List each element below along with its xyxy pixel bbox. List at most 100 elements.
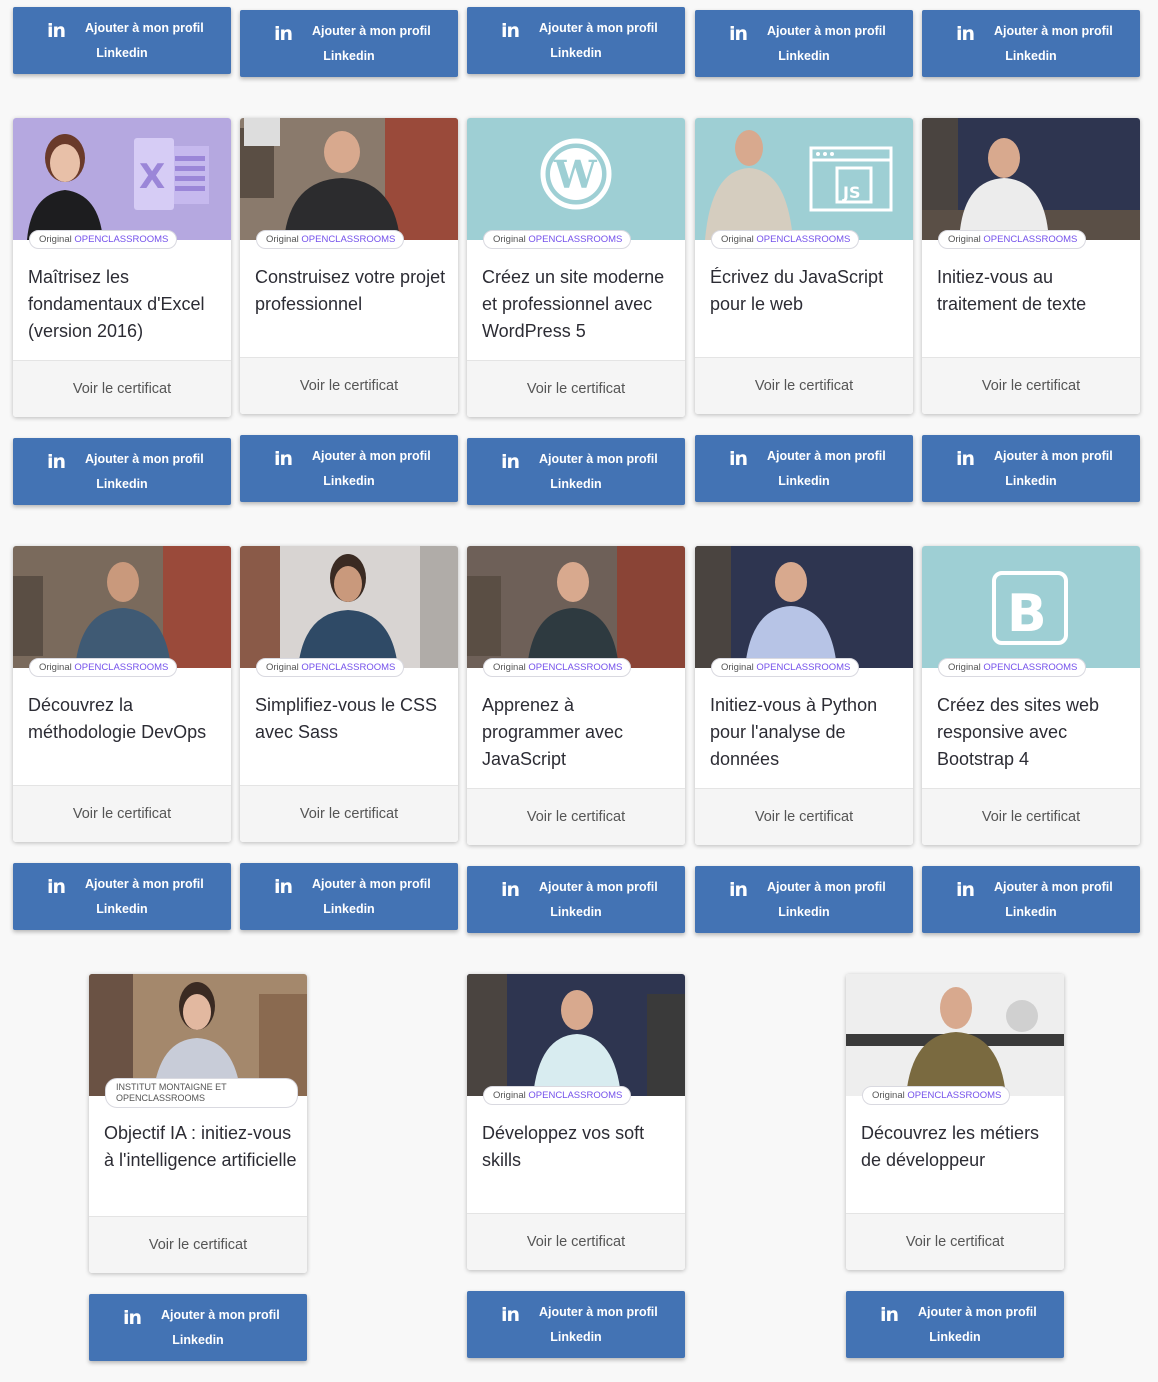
course-card: Original OPENCLASSROOMS Initiez-vous au … [922,118,1140,414]
course-title: Initiez-vous au traitement de texte [937,267,1087,314]
course-thumbnail [467,546,685,668]
linkedin-add-button[interactable]: in Ajouter à mon profil Linkedin [695,10,913,77]
course-card: Original OPENCLASSROOMS Découvrez la mét… [13,546,231,842]
view-certificate-button[interactable]: Voir le certificat [89,1216,307,1273]
view-certificate-button[interactable]: Voir le certificat [13,785,231,842]
course-title: Simplifiez-vous le CSS avec Sass [255,695,438,742]
course-title: Créez des sites web responsive avec Boot… [937,695,1100,769]
linkedin-add-button[interactable]: in Ajouter à mon profil Linkedin [467,866,685,933]
course-title: Découvrez la méthodologie DevOps [28,695,207,742]
linkedin-add-button[interactable]: in Ajouter à mon profil Linkedin [467,7,685,74]
linkedin-add-button[interactable]: in Ajouter à mon profil Linkedin [240,10,458,77]
origin-badge: Original OPENCLASSROOMS [483,230,632,249]
linkedin-icon: in [501,20,520,42]
linkedin-add-button[interactable]: in Ajouter à mon profil Linkedin [13,7,231,74]
course-card: Original OPENCLASSROOMS Initiez-vous à P… [695,546,913,845]
linkedin-add-button[interactable]: in Ajouter à mon profil Linkedin [846,1291,1064,1358]
course-card: B Original OPENCLASSROOMS Créez des site… [922,546,1140,845]
course-thumbnail: B [922,546,1140,668]
linkedin-icon: in [729,448,748,470]
course-title: Créez un site moderne et professionnel a… [482,267,665,341]
origin-badge: Original OPENCLASSROOMS [938,658,1087,677]
linkedin-add-button[interactable]: in Ajouter à mon profil Linkedin [240,863,458,930]
course-card: Original OPENCLASSROOMS Simplifiez-vous … [240,546,458,842]
origin-badge: Original OPENCLASSROOMS [483,1086,632,1105]
course-title: Écrivez du JavaScript pour le web [710,267,884,314]
origin-badge: Original OPENCLASSROOMS [938,230,1087,249]
origin-badge: Original OPENCLASSROOMS [862,1086,1011,1105]
view-certificate-button[interactable]: Voir le certificat [846,1213,1064,1270]
linkedin-icon: in [47,451,66,473]
svg-text:W: W [553,152,598,197]
origin-badge: Original OPENCLASSROOMS [711,658,860,677]
view-certificate-button[interactable]: Voir le certificat [13,360,231,417]
linkedin-add-button[interactable]: in Ajouter à mon profil Linkedin [89,1294,307,1361]
linkedin-add-button[interactable]: in Ajouter à mon profil Linkedin [240,435,458,502]
course-title: Objectif IA : initiez-vous à l'intellige… [104,1123,297,1170]
origin-badge: Original OPENCLASSROOMS [483,658,632,677]
svg-text:JS: JS [842,183,860,202]
linkedin-add-button[interactable]: in Ajouter à mon profil Linkedin [13,438,231,505]
course-thumbnail [922,118,1140,240]
course-card: W Original OPENCLASSROOMS Créez un site … [467,118,685,417]
linkedin-icon: in [956,448,975,470]
course-title: Développez vos soft skills [482,1123,645,1170]
origin-badge: Original OPENCLASSROOMS [256,230,405,249]
course-thumbnail: W [467,118,685,240]
course-thumbnail [846,974,1064,1096]
linkedin-icon: in [47,20,66,42]
linkedin-icon: in [274,876,293,898]
course-thumbnail [13,546,231,668]
course-thumbnail: X [13,118,231,240]
course-card: INSTITUT MONTAIGNE ET OPENCLASSROOMS Obje… [89,974,307,1273]
linkedin-icon: in [880,1304,899,1326]
course-title: Maîtrisez les fondamentaux d'Excel (vers… [28,267,205,341]
linkedin-add-button[interactable]: in Ajouter à mon profil Linkedin [695,866,913,933]
linkedin-icon: in [956,879,975,901]
view-certificate-button[interactable]: Voir le certificat [467,360,685,417]
linkedin-icon: in [729,23,748,45]
course-card: Original OPENCLASSROOMS Développez vos s… [467,974,685,1270]
linkedin-icon: in [501,1304,520,1326]
course-title: Construisez votre projet professionnel [255,267,446,314]
linkedin-add-button[interactable]: in Ajouter à mon profil Linkedin [922,10,1140,77]
view-certificate-button[interactable]: Voir le certificat [240,785,458,842]
origin-badge: Original OPENCLASSROOMS [29,230,178,249]
origin-badge: INSTITUT MONTAIGNE ET OPENCLASSROOMS [105,1078,298,1108]
view-certificate-button[interactable]: Voir le certificat [922,788,1140,845]
bootstrap-icon: B [991,570,1069,646]
course-thumbnail [240,546,458,668]
course-card: Original OPENCLASSROOMS Construisez votr… [240,118,458,414]
linkedin-icon: in [501,451,520,473]
linkedin-add-button[interactable]: in Ajouter à mon profil Linkedin [467,1291,685,1358]
view-certificate-button[interactable]: Voir le certificat [695,788,913,845]
course-card: X Original OPENCLASSROOMS Maîtrisez les … [13,118,231,417]
origin-badge: Original OPENCLASSROOMS [256,658,405,677]
view-certificate-button[interactable]: Voir le certificat [467,788,685,845]
course-thumbnail: JS [695,118,913,240]
course-card: Original OPENCLASSROOMS Découvrez les mé… [846,974,1064,1270]
svg-text:X: X [139,157,165,197]
course-thumbnail [467,974,685,1096]
linkedin-icon: in [123,1307,142,1329]
linkedin-add-button[interactable]: in Ajouter à mon profil Linkedin [695,435,913,502]
view-certificate-button[interactable]: Voir le certificat [695,357,913,414]
linkedin-icon: in [729,879,748,901]
view-certificate-button[interactable]: Voir le certificat [240,357,458,414]
linkedin-add-button[interactable]: in Ajouter à mon profil Linkedin [922,435,1140,502]
course-card: JS Original OPENCLASSROOMS Écrivez du Ja… [695,118,913,414]
linkedin-add-button[interactable]: in Ajouter à mon profil Linkedin [13,863,231,930]
origin-badge: Original OPENCLASSROOMS [29,658,178,677]
view-certificate-button[interactable]: Voir le certificat [922,357,1140,414]
linkedin-add-button[interactable]: in Ajouter à mon profil Linkedin [922,866,1140,933]
linkedin-icon: in [501,879,520,901]
course-title: Découvrez les métiers de développeur [861,1123,1040,1170]
view-certificate-button[interactable]: Voir le certificat [467,1213,685,1270]
wordpress-icon: W [540,138,612,210]
linkedin-icon: in [274,448,293,470]
course-title: Apprenez à programmer avec JavaScript [482,695,624,769]
linkedin-add-button[interactable]: in Ajouter à mon profil Linkedin [467,438,685,505]
course-thumbnail [240,118,458,240]
svg-text:B: B [1007,584,1047,644]
js-window-icon: JS [809,146,895,214]
